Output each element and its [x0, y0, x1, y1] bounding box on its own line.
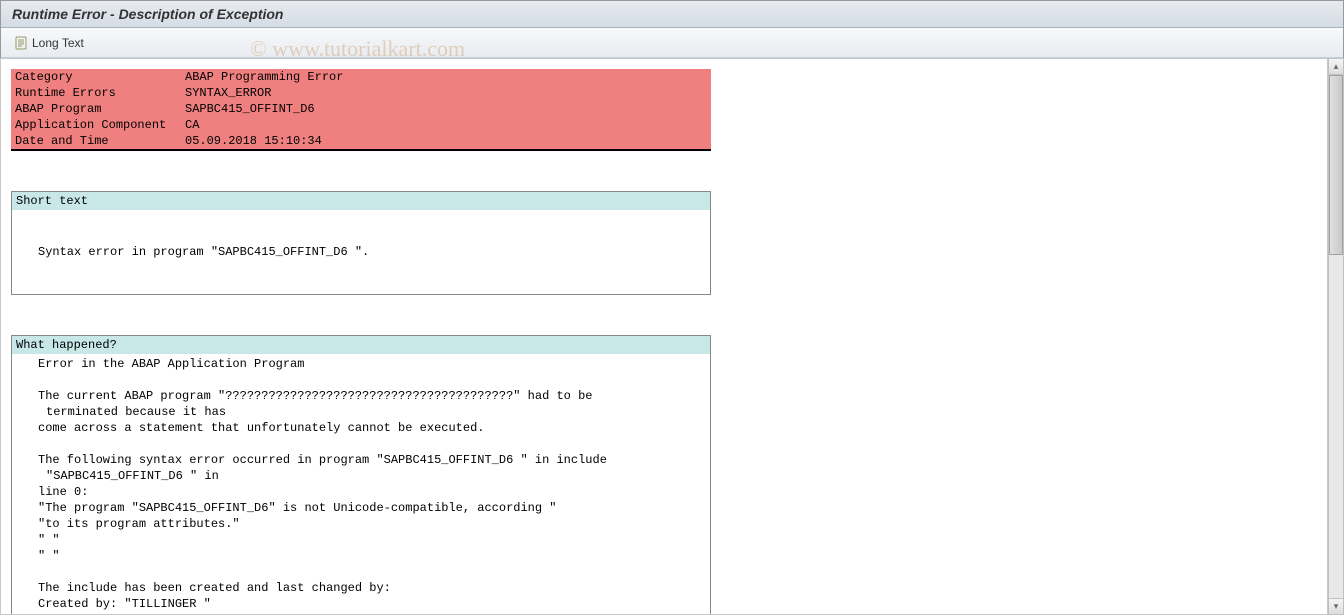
content-area: CategoryABAP Programming ErrorRuntime Er… [0, 58, 1328, 615]
what-happened-line: come across a statement that unfortunate… [38, 420, 706, 436]
what-happened-line: Error in the ABAP Application Program [38, 356, 706, 372]
error-info-table: CategoryABAP Programming ErrorRuntime Er… [11, 69, 711, 151]
scroll-thumb[interactable] [1329, 75, 1343, 255]
info-value: CA [181, 117, 711, 133]
what-happened-section: What happened? Error in the ABAP Applica… [11, 335, 711, 614]
info-row: Runtime ErrorsSYNTAX_ERROR [11, 85, 711, 101]
page-title: Runtime Error - Description of Exception [12, 6, 283, 22]
short-text-body: Syntax error in program "SAPBC415_OFFINT… [38, 244, 706, 260]
scroll-up-button[interactable]: ▴ [1329, 59, 1343, 75]
what-happened-line: terminated because it has [38, 404, 706, 420]
info-label: Date and Time [11, 133, 181, 150]
info-label: Category [11, 69, 181, 85]
info-label: Application Component [11, 117, 181, 133]
what-happened-line: "The program "SAPBC415_OFFINT_D6" is not… [38, 500, 706, 516]
what-happened-line: The following syntax error occurred in p… [38, 452, 706, 468]
long-text-label: Long Text [32, 36, 84, 50]
info-value: SYNTAX_ERROR [181, 85, 711, 101]
info-row: CategoryABAP Programming Error [11, 69, 711, 85]
what-happened-line [38, 564, 706, 580]
what-happened-header: What happened? [12, 336, 710, 354]
what-happened-line: line 0: [38, 484, 706, 500]
toolbar: Long Text [0, 28, 1344, 58]
info-value: SAPBC415_OFFINT_D6 [181, 101, 711, 117]
long-text-icon [14, 36, 28, 50]
info-value: 05.09.2018 15:10:34 [181, 133, 711, 150]
what-happened-line: The current ABAP program "??????????????… [38, 388, 706, 404]
info-row: Application ComponentCA [11, 117, 711, 133]
what-happened-line: "SAPBC415_OFFINT_D6 " in [38, 468, 706, 484]
short-text-header: Short text [12, 192, 710, 210]
what-happened-line: Created by: "TILLINGER " [38, 596, 706, 612]
what-happened-line [38, 372, 706, 388]
short-text-section: Short text Syntax error in program "SAPB… [11, 191, 711, 295]
what-happened-line: Last changed by: "TILLINGER " [38, 612, 706, 614]
info-row: Date and Time05.09.2018 15:10:34 [11, 133, 711, 150]
what-happened-line: " " [38, 532, 706, 548]
title-bar: Runtime Error - Description of Exception [0, 0, 1344, 28]
info-value: ABAP Programming Error [181, 69, 711, 85]
info-row: ABAP ProgramSAPBC415_OFFINT_D6 [11, 101, 711, 117]
info-label: Runtime Errors [11, 85, 181, 101]
what-happened-line [38, 436, 706, 452]
vertical-scrollbar[interactable]: ▴ ▾ [1328, 58, 1344, 615]
what-happened-line: " " [38, 548, 706, 564]
what-happened-line: The include has been created and last ch… [38, 580, 706, 596]
what-happened-line: "to its program attributes." [38, 516, 706, 532]
long-text-button[interactable]: Long Text [8, 34, 90, 52]
scroll-down-button[interactable]: ▾ [1329, 598, 1343, 614]
info-label: ABAP Program [11, 101, 181, 117]
